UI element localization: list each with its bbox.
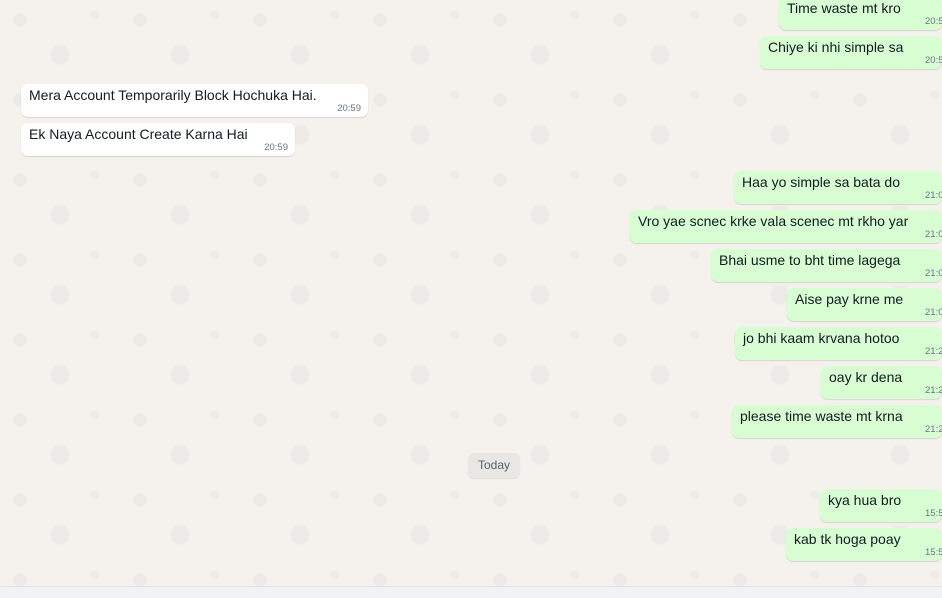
message-time: 21:0 <box>925 229 942 240</box>
message-time: 21:0 <box>925 307 942 318</box>
message-text: Vro yae scnec krke vala scenec mt rkho y… <box>638 213 909 229</box>
message-time: 20:59 <box>264 142 288 153</box>
message-text: Haa yo simple sa bata do <box>742 174 900 190</box>
message-text: kab tk hoga poay <box>794 531 901 547</box>
message-text: kya hua bro <box>828 492 902 508</box>
message-incoming[interactable]: Mera Account Temporarily Block Hochuka H… <box>21 84 368 117</box>
message-time: 20:59 <box>337 103 361 114</box>
message-outgoing[interactable]: oay kr dena 21:2 <box>821 366 942 399</box>
message-outgoing[interactable]: Haa yo simple sa bata do 21:0 <box>734 171 942 204</box>
message-outgoing[interactable]: please time waste mt krna 21:2 <box>732 405 942 438</box>
message-time: 15:5 <box>925 508 942 519</box>
message-time: 15:5 <box>925 547 942 558</box>
message-text: Time waste mt kro <box>787 0 901 16</box>
message-text: Aise pay krne me <box>795 291 904 307</box>
message-time: 20:5 <box>925 55 942 66</box>
chat-panel[interactable]: Time waste mt kro 20:5 Chiye ki nhi simp… <box>0 0 942 586</box>
message-outgoing[interactable]: kab tk hoga poay 15:5 <box>786 528 942 561</box>
message-outgoing[interactable]: kya hua bro 15:5 <box>820 489 942 522</box>
message-time: 20:5 <box>925 16 942 27</box>
message-outgoing[interactable]: Aise pay krne me 21:0 <box>787 288 942 321</box>
message-text: please time waste mt krna <box>740 408 903 424</box>
message-outgoing[interactable]: Time waste mt kro 20:5 <box>779 0 942 30</box>
date-separator: Today <box>468 453 520 478</box>
message-time: 21:0 <box>925 268 942 279</box>
message-text: oay kr dena <box>829 369 903 385</box>
message-outgoing[interactable]: jo bhi kaam krvana hotoo 21:2 <box>735 327 942 360</box>
message-outgoing[interactable]: Bhai usme to bht time lagega 21:0 <box>711 249 942 282</box>
message-time: 21:2 <box>925 385 942 396</box>
message-incoming[interactable]: Ek Naya Account Create Karna Hai 20:59 <box>21 123 295 156</box>
message-time: 21:0 <box>925 190 942 201</box>
message-text: Chiye ki nhi simple sa <box>768 39 904 55</box>
composer-bar <box>0 586 942 598</box>
message-time: 21:2 <box>925 424 942 435</box>
message-text: Bhai usme to bht time lagega <box>719 252 901 268</box>
message-text: Mera Account Temporarily Block Hochuka H… <box>29 87 317 103</box>
message-text: jo bhi kaam krvana hotoo <box>743 330 900 346</box>
message-outgoing[interactable]: Chiye ki nhi simple sa 20:5 <box>760 36 942 69</box>
message-time: 21:2 <box>925 346 942 357</box>
message-outgoing[interactable]: Vro yae scnec krke vala scenec mt rkho y… <box>630 210 942 243</box>
message-text: Ek Naya Account Create Karna Hai <box>29 126 248 142</box>
